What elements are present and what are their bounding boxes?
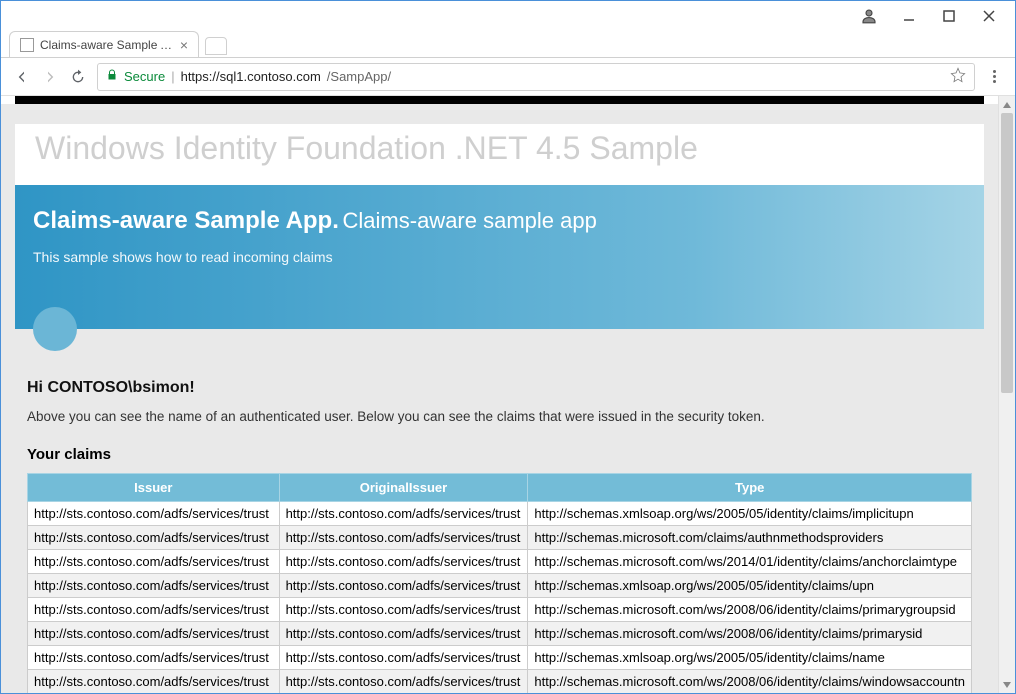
claims-heading: Your claims [27, 446, 972, 463]
url-path: /SampApp/ [327, 69, 391, 84]
lock-icon [106, 69, 118, 84]
page-icon [20, 38, 34, 52]
table-row: http://sts.contoso.com/adfs/services/tru… [28, 622, 972, 646]
greeting-text: Hi CONTOSO\bsimon! [27, 379, 972, 397]
minimize-button[interactable] [889, 2, 929, 30]
vertical-scrollbar[interactable] [998, 96, 1015, 693]
page-viewport: Windows Identity Foundation .NET 4.5 Sam… [1, 96, 1015, 693]
table-row: http://sts.contoso.com/adfs/services/tru… [28, 598, 972, 622]
scroll-down-arrow[interactable] [999, 676, 1015, 693]
table-row: http://sts.contoso.com/adfs/services/tru… [28, 670, 972, 694]
table-row: http://sts.contoso.com/adfs/services/tru… [28, 526, 972, 550]
browser-tab[interactable]: Claims-aware Sample App × [9, 31, 199, 57]
browser-toolbar: Secure | https://sql1.contoso.com/SampAp… [1, 58, 1015, 96]
page-title: Windows Identity Foundation .NET 4.5 Sam… [21, 124, 978, 185]
col-type: Type [528, 474, 972, 502]
table-cell: http://sts.contoso.com/adfs/services/tru… [279, 502, 528, 526]
table-cell: http://schemas.microsoft.com/claims/auth… [528, 526, 972, 550]
top-black-bar [15, 96, 984, 104]
maximize-button[interactable] [929, 2, 969, 30]
bookmark-star-icon[interactable] [950, 67, 966, 86]
close-window-button[interactable] [969, 2, 1009, 30]
hero-title: Claims-aware Sample App. [33, 207, 339, 234]
scroll-up-arrow[interactable] [999, 96, 1015, 113]
hero-notch [33, 307, 77, 351]
table-cell: http://sts.contoso.com/adfs/services/tru… [28, 574, 280, 598]
table-cell: http://sts.contoso.com/adfs/services/tru… [28, 598, 280, 622]
table-cell: http://sts.contoso.com/adfs/services/tru… [28, 670, 280, 694]
url-host: https://sql1.contoso.com [181, 69, 321, 84]
table-cell: http://sts.contoso.com/adfs/services/tru… [279, 670, 528, 694]
new-tab-button[interactable] [205, 37, 227, 55]
table-cell: http://sts.contoso.com/adfs/services/tru… [28, 646, 280, 670]
table-cell: http://sts.contoso.com/adfs/services/tru… [28, 526, 280, 550]
table-cell: http://sts.contoso.com/adfs/services/tru… [279, 622, 528, 646]
claims-table: Issuer OriginalIssuer Type http://sts.co… [27, 473, 972, 693]
table-cell: http://schemas.xmlsoap.org/ws/2005/05/id… [528, 646, 972, 670]
table-cell: http://sts.contoso.com/adfs/services/tru… [279, 526, 528, 550]
table-cell: http://schemas.microsoft.com/ws/2008/06/… [528, 670, 972, 694]
address-bar[interactable]: Secure | https://sql1.contoso.com/SampAp… [97, 63, 975, 91]
secure-label: Secure [124, 69, 165, 84]
browser-tabstrip: Claims-aware Sample App × [1, 31, 1015, 58]
table-cell: http://sts.contoso.com/adfs/services/tru… [279, 646, 528, 670]
table-cell: http://sts.contoso.com/adfs/services/tru… [279, 574, 528, 598]
table-row: http://sts.contoso.com/adfs/services/tru… [28, 550, 972, 574]
table-cell: http://sts.contoso.com/adfs/services/tru… [279, 550, 528, 574]
url-separator: | [171, 69, 174, 84]
hero-description: This sample shows how to read incoming c… [33, 249, 966, 265]
col-originalissuer: OriginalIssuer [279, 474, 528, 502]
scroll-thumb[interactable] [1001, 113, 1013, 393]
window-titlebar [1, 1, 1015, 31]
table-cell: http://schemas.microsoft.com/ws/2008/06/… [528, 598, 972, 622]
table-row: http://sts.contoso.com/adfs/services/tru… [28, 502, 972, 526]
table-cell: http://schemas.xmlsoap.org/ws/2005/05/id… [528, 574, 972, 598]
user-account-icon[interactable] [849, 2, 889, 30]
table-cell: http://sts.contoso.com/adfs/services/tru… [28, 550, 280, 574]
browser-menu-button[interactable] [985, 70, 1003, 83]
back-button[interactable] [13, 68, 31, 86]
table-header-row: Issuer OriginalIssuer Type [28, 474, 972, 502]
table-cell: http://schemas.microsoft.com/ws/2008/06/… [528, 622, 972, 646]
forward-button[interactable] [41, 68, 59, 86]
close-tab-icon[interactable]: × [180, 38, 188, 52]
hero-banner: Claims-aware Sample App. Claims-aware sa… [15, 185, 984, 329]
table-cell: http://sts.contoso.com/adfs/services/tru… [28, 622, 280, 646]
reload-button[interactable] [69, 68, 87, 86]
tab-title: Claims-aware Sample App [40, 38, 174, 52]
table-cell: http://sts.contoso.com/adfs/services/tru… [28, 502, 280, 526]
table-cell: http://schemas.xmlsoap.org/ws/2005/05/id… [528, 502, 972, 526]
table-row: http://sts.contoso.com/adfs/services/tru… [28, 646, 972, 670]
col-issuer: Issuer [28, 474, 280, 502]
hero-subtitle: Claims-aware sample app [343, 208, 597, 233]
table-cell: http://sts.contoso.com/adfs/services/tru… [279, 598, 528, 622]
description-text: Above you can see the name of an authent… [27, 409, 972, 424]
table-cell: http://schemas.microsoft.com/ws/2014/01/… [528, 550, 972, 574]
table-row: http://sts.contoso.com/adfs/services/tru… [28, 574, 972, 598]
